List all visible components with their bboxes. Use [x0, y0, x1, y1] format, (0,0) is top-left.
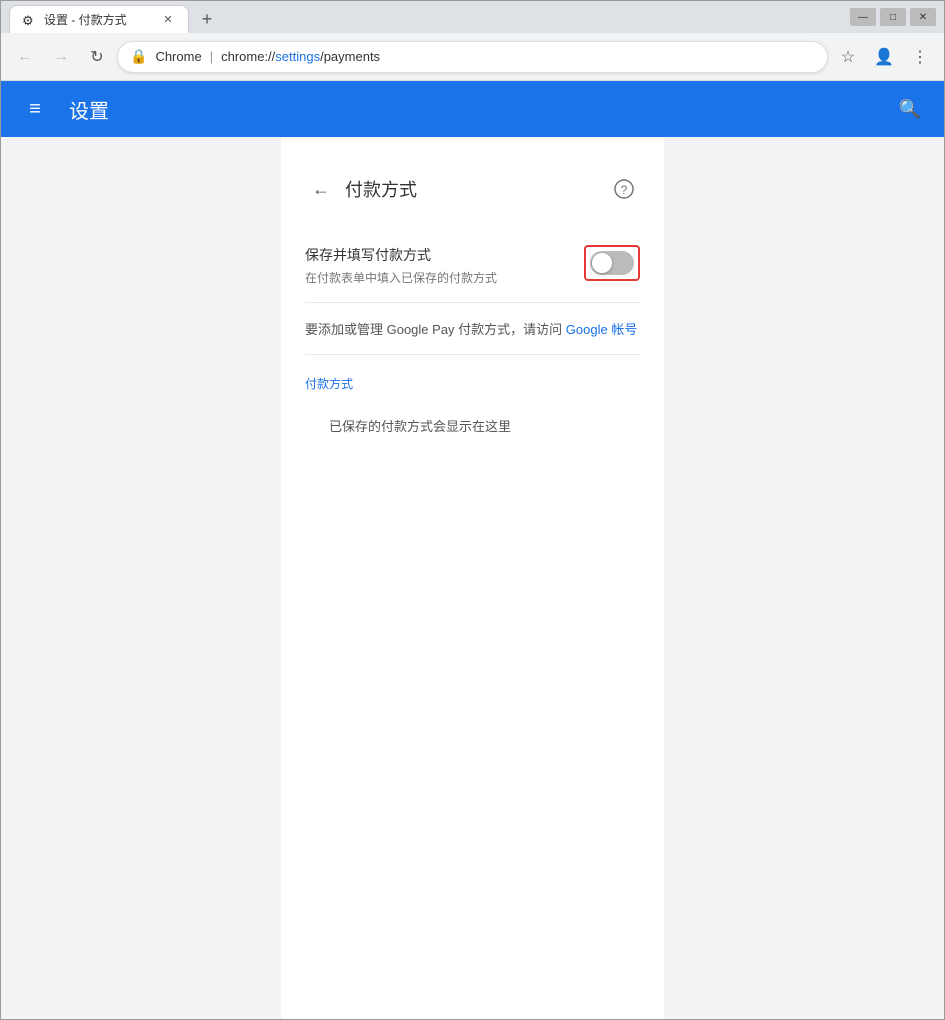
- tab-close-button[interactable]: ✕: [160, 12, 176, 28]
- google-pay-text-before: 要添加或管理 Google Pay 付款方式，请访问: [305, 322, 562, 337]
- empty-payment-message: 已保存的付款方式会显示在这里: [305, 400, 640, 451]
- svg-text:?: ?: [621, 183, 628, 197]
- help-button[interactable]: ?: [608, 173, 640, 205]
- right-margin: [804, 137, 944, 1019]
- save-fill-toggle[interactable]: [590, 251, 634, 275]
- settings-title: 设置: [69, 95, 876, 124]
- content-inner: ← 付款方式 ? 保存并填写付款方式 在付款表单中填入已保存的付款方式: [281, 137, 664, 471]
- active-tab[interactable]: ⚙ 设置 - 付款方式 ✕: [9, 5, 189, 33]
- more-button[interactable]: ⋮: [904, 41, 936, 73]
- help-icon: ?: [614, 179, 634, 199]
- settings-body: ← 付款方式 ? 保存并填写付款方式 在付款表单中填入已保存的付款方式: [1, 137, 944, 1019]
- bookmark-button[interactable]: ☆: [832, 41, 864, 73]
- account-button[interactable]: 👤: [868, 41, 900, 73]
- address-url: chrome://settings/payments: [221, 49, 380, 64]
- menu-button[interactable]: ≡: [17, 91, 53, 127]
- back-button[interactable]: ←: [9, 41, 41, 73]
- title-bar: ⚙ 设置 - 付款方式 ✕ + — □ ✕: [1, 1, 944, 33]
- save-fill-row: 保存并填写付款方式 在付款表单中填入已保存的付款方式: [305, 229, 640, 303]
- content-area: ← 付款方式 ? 保存并填写付款方式 在付款表单中填入已保存的付款方式: [281, 137, 664, 1019]
- page-header: ← 付款方式 ?: [305, 157, 640, 221]
- toggle-thumb: [592, 253, 612, 273]
- refresh-button[interactable]: ↻: [81, 41, 113, 73]
- address-field[interactable]: 🔒 Chrome | chrome://settings/payments: [117, 41, 828, 73]
- page-title: 付款方式: [345, 176, 417, 202]
- save-fill-title: 保存并填写付款方式: [305, 245, 560, 265]
- tab-strip: ⚙ 设置 - 付款方式 ✕ +: [9, 1, 850, 33]
- toggle-highlight-box: [584, 245, 640, 281]
- search-button[interactable]: 🔍: [892, 91, 928, 127]
- back-page-button[interactable]: ←: [305, 173, 337, 205]
- google-account-link[interactable]: Google 帐号: [566, 322, 638, 337]
- forward-button[interactable]: →: [45, 41, 77, 73]
- address-bar: ← → ↻ 🔒 Chrome | chrome://settings/payme…: [1, 33, 944, 81]
- address-separator: |: [210, 49, 213, 64]
- chrome-label: Chrome: [155, 49, 201, 64]
- window-controls: — □ ✕: [850, 8, 936, 26]
- maximize-button[interactable]: □: [880, 8, 906, 26]
- save-fill-subtitle: 在付款表单中填入已保存的付款方式: [305, 269, 560, 286]
- save-fill-text: 保存并填写付款方式 在付款表单中填入已保存的付款方式: [305, 245, 584, 286]
- left-margin: [1, 137, 141, 1019]
- google-pay-info: 要添加或管理 Google Pay 付款方式，请访问 Google 帐号: [305, 303, 640, 355]
- settings-header: ≡ 设置 🔍: [1, 81, 944, 137]
- page-header-left: ← 付款方式: [305, 173, 417, 205]
- lock-icon: 🔒: [130, 48, 147, 65]
- tab-label: 设置 - 付款方式: [44, 11, 152, 28]
- new-tab-button[interactable]: +: [193, 5, 221, 33]
- window-frame: ⚙ 设置 - 付款方式 ✕ + — □ ✕ ← → ↻ 🔒 Chrome | c…: [0, 0, 945, 1020]
- payment-methods-section-label: 付款方式: [305, 355, 640, 400]
- close-button[interactable]: ✕: [910, 8, 936, 26]
- minimize-button[interactable]: —: [850, 8, 876, 26]
- tab-favicon: ⚙: [22, 13, 36, 27]
